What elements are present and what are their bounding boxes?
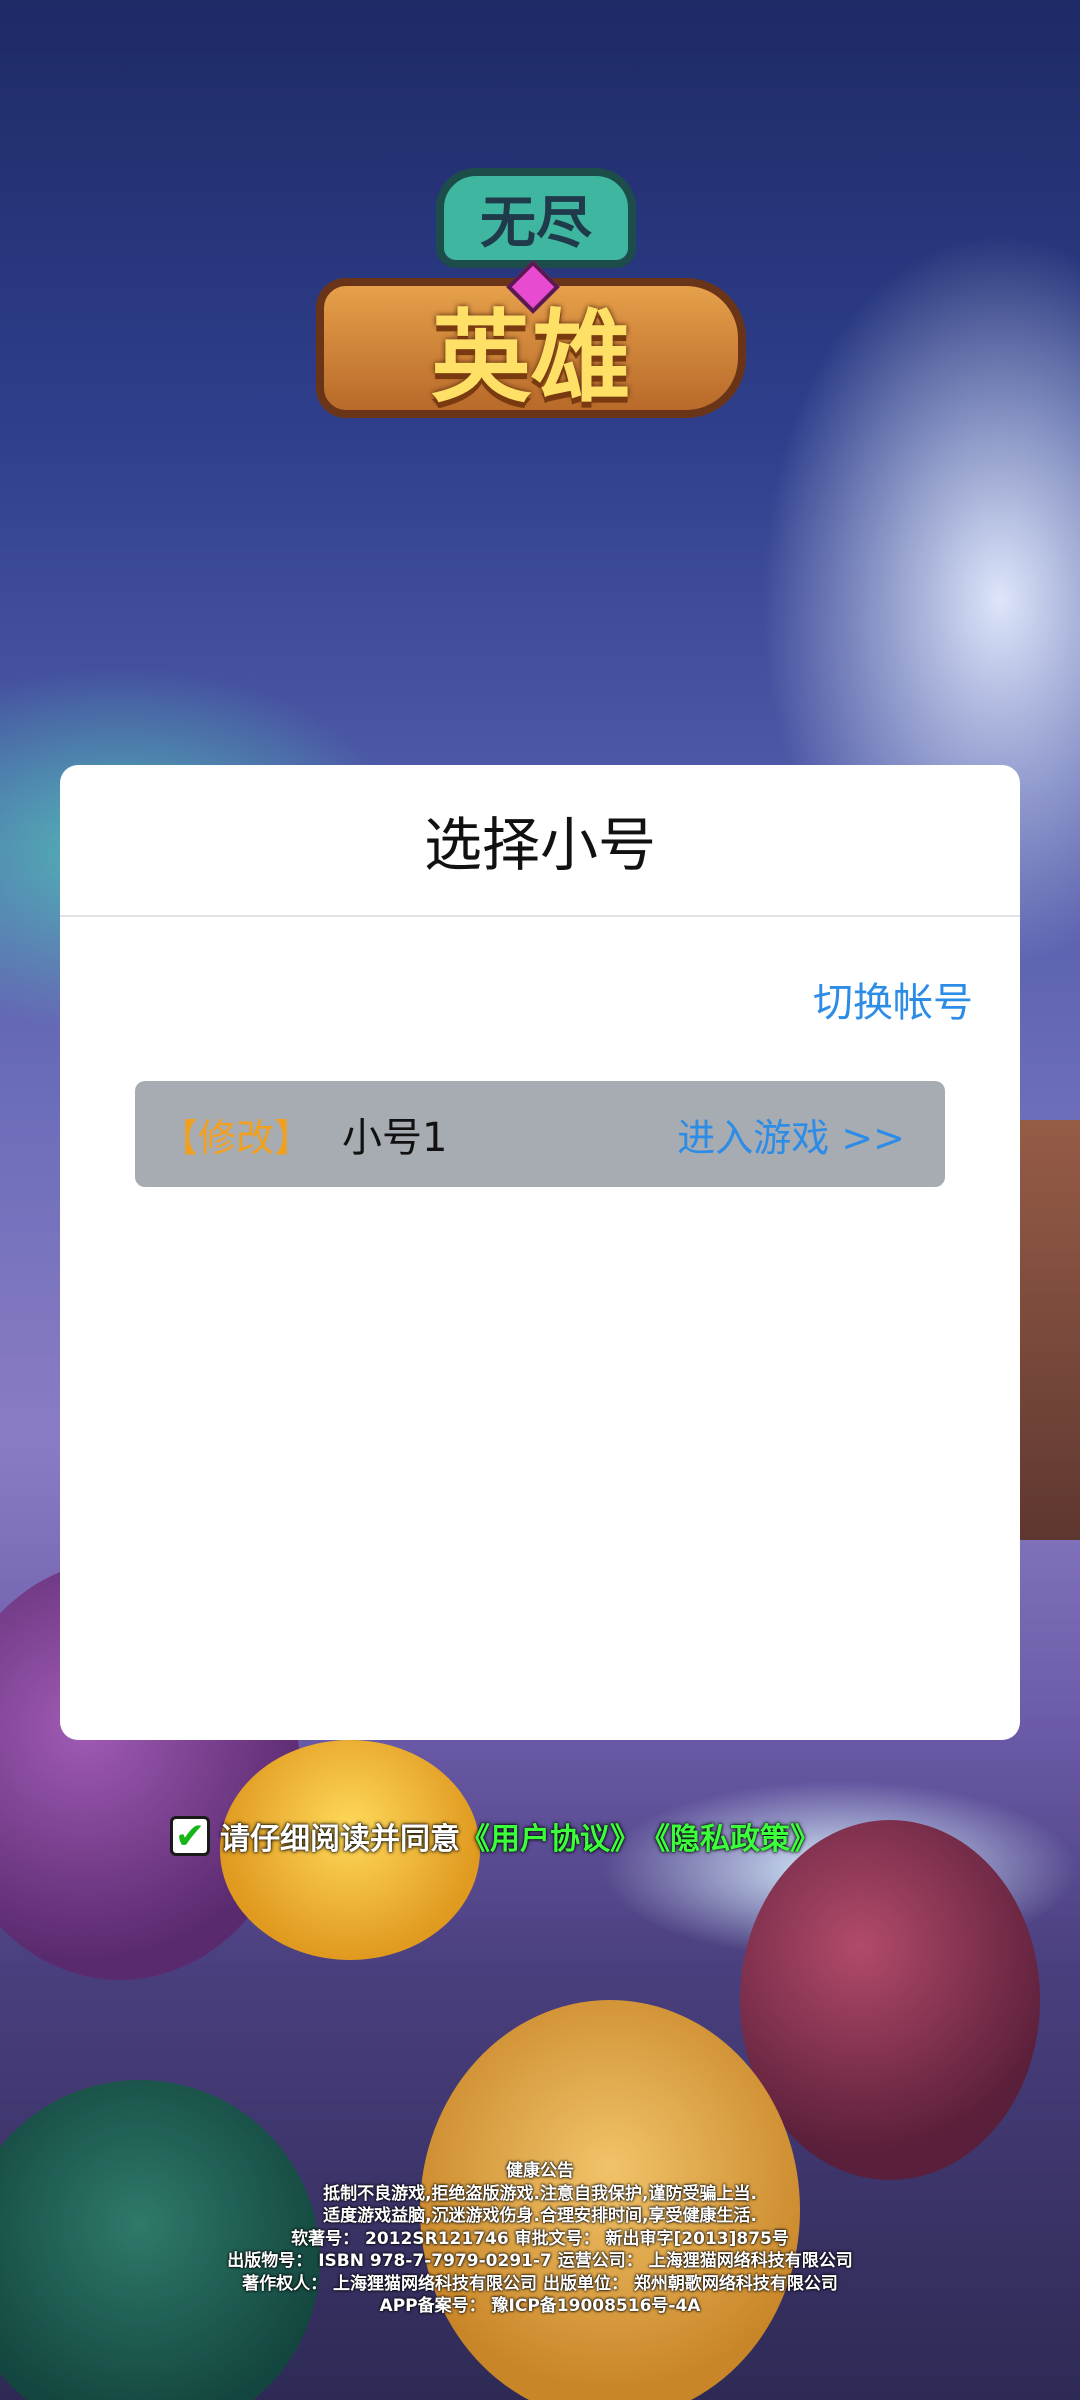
user-agreement-link[interactable]: 《用户协议》 <box>460 1814 640 1858</box>
notice-line: 适度游戏益脑,沉迷游戏伤身.合理安排时间,享受健康生活. <box>323 2206 757 2226</box>
agreement-row: ✔ 请仔细阅读并同意 《用户协议》 《隐私政策》 <box>170 1814 820 1858</box>
notice-line: 软著号： 2012SR121746 审批文号： 新出审字[2013]875号 <box>291 2228 789 2249</box>
health-notice: 健康公告 抵制不良游戏,拒绝盗版游戏.注意自我保护,谨防受骗上当. 适度游戏益脑… <box>0 2160 1080 2318</box>
dialog-title: 选择小号 <box>60 765 1020 917</box>
notice-line: APP备案号： 豫ICP备19008516号-4A <box>379 2296 701 2316</box>
game-logo: 无尽 英雄 <box>316 168 746 438</box>
switch-account-link[interactable]: 切换帐号 <box>813 970 973 1028</box>
edit-account-button[interactable]: 【修改】 <box>160 1107 312 1162</box>
logo-top-text: 无尽 <box>436 168 636 268</box>
account-name: 小号1 <box>342 1115 448 1161</box>
account-row[interactable]: 【修改】 小号1 进入游戏 >> <box>135 1081 945 1187</box>
notice-line: 抵制不良游戏,拒绝盗版游戏.注意自我保护,谨防受骗上当. <box>323 2183 757 2204</box>
game-login-screen: 无尽 英雄 选择小号 切换帐号 【修改】 小号1 进入游戏 >> ✔ 请仔细阅读… <box>0 0 1080 2400</box>
notice-line: 出版物号： ISBN 978-7-7979-0291-7 运营公司： 上海狸猫网… <box>227 2251 853 2271</box>
background-character <box>740 1820 1040 2180</box>
notice-title: 健康公告 <box>506 2161 574 2181</box>
agreement-text: 请仔细阅读并同意 <box>220 1822 460 1857</box>
notice-line: 著作权人： 上海狸猫网络科技有限公司 出版单位： 郑州朝歌网络科技有限公司 <box>242 2273 838 2294</box>
privacy-policy-link[interactable]: 《隐私政策》 <box>640 1814 820 1858</box>
select-account-dialog: 选择小号 切换帐号 【修改】 小号1 进入游戏 >> <box>60 765 1020 1740</box>
agreement-checkbox[interactable]: ✔ <box>170 1816 210 1857</box>
enter-game-button[interactable]: 进入游戏 >> <box>677 1107 905 1162</box>
